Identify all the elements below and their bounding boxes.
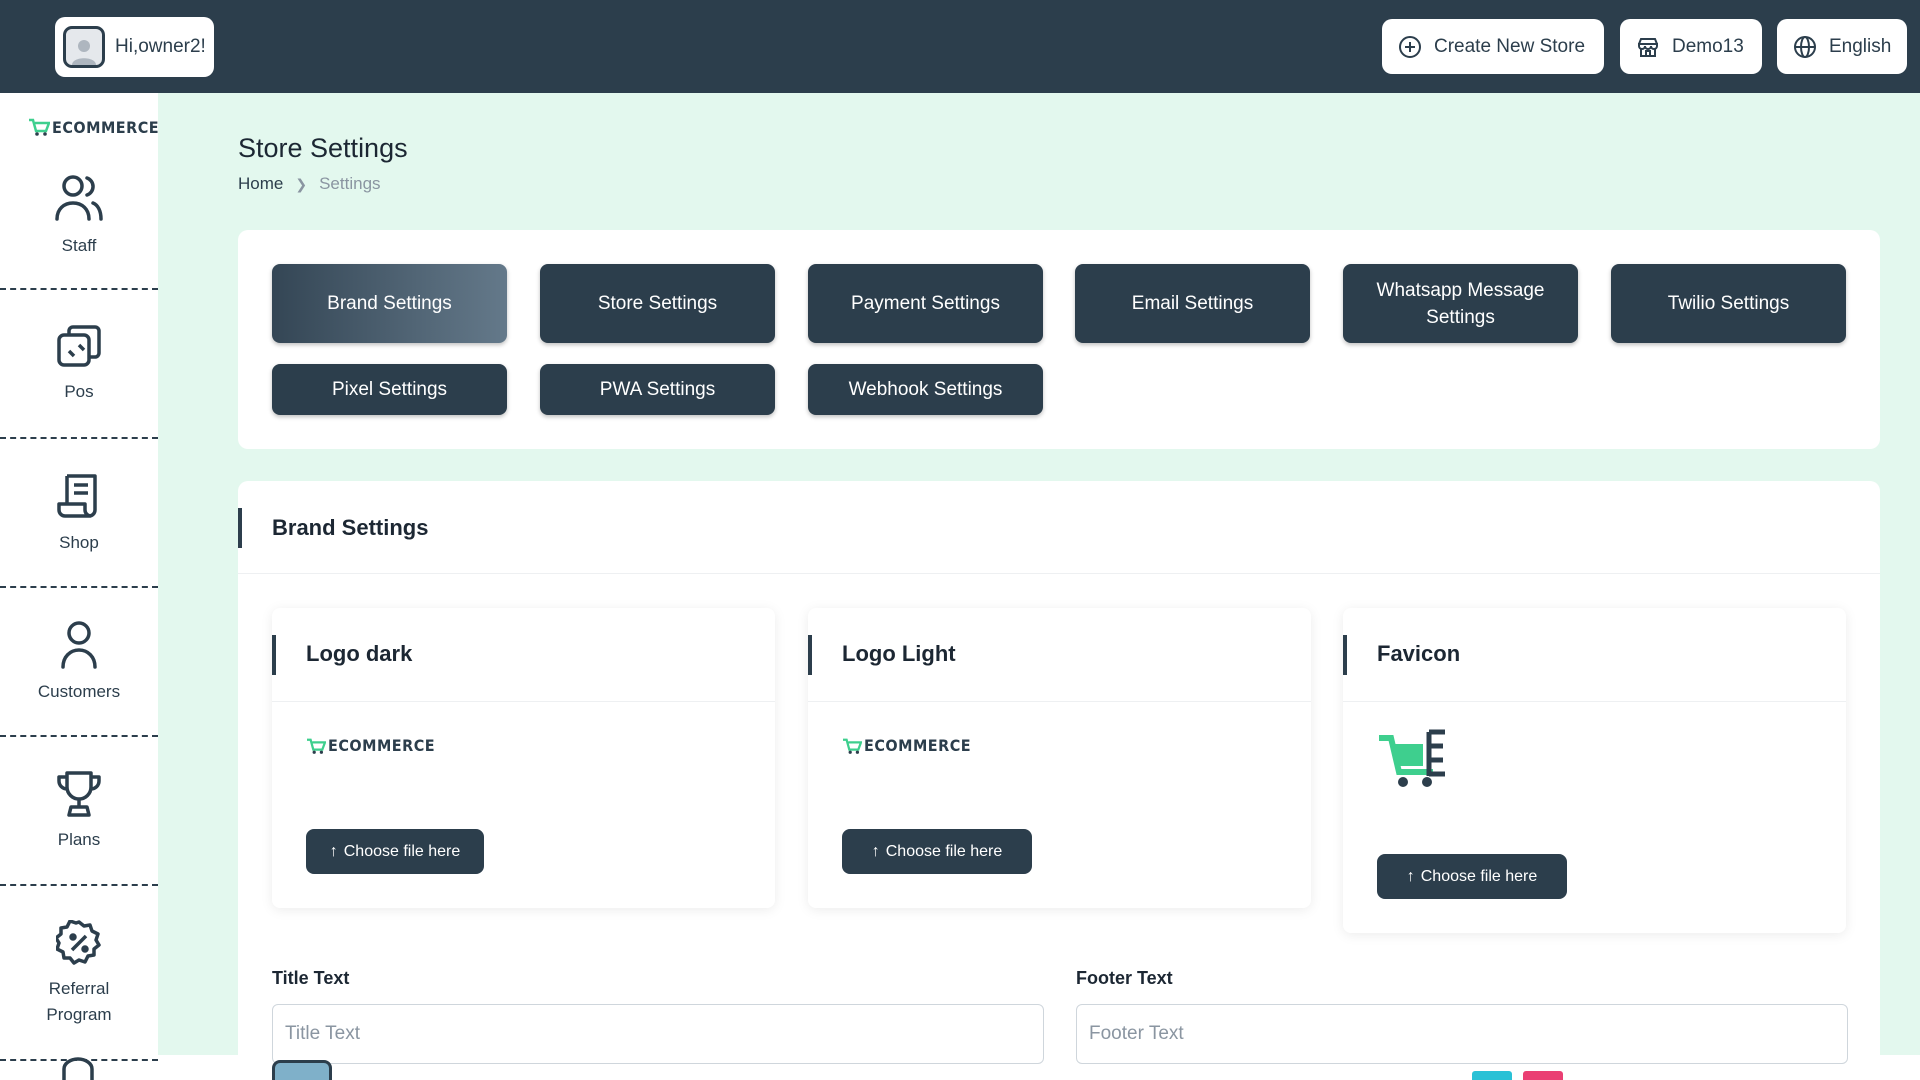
cart-icon bbox=[29, 118, 50, 136]
header-accent bbox=[272, 635, 276, 675]
upload-label: Choose file here bbox=[885, 842, 1003, 860]
more-icon bbox=[62, 1057, 94, 1080]
favicon-preview bbox=[1377, 726, 1455, 790]
logo-light-title: Logo Light bbox=[842, 641, 956, 666]
settings-tabs: Brand Settings Store Settings Payment Se… bbox=[238, 230, 1880, 449]
page-title: Store Settings bbox=[238, 133, 408, 163]
header-accent bbox=[808, 635, 812, 675]
sidebar: ECOMMERCE Staff Pos Shop Customers Plans… bbox=[0, 93, 159, 1080]
sidebar-item-shop[interactable]: Shop bbox=[0, 441, 158, 588]
section-title: Brand Settings bbox=[272, 515, 429, 540]
upload-icon: ↑ bbox=[871, 842, 880, 860]
sidebar-item-label: Pos bbox=[64, 381, 94, 401]
cart-icon bbox=[1379, 729, 1445, 787]
sidebar-item-label: Plans bbox=[57, 829, 101, 849]
create-store-label: Create New Store bbox=[1434, 35, 1586, 57]
language-label: English bbox=[1829, 35, 1892, 57]
upload-icon: ↑ bbox=[329, 842, 338, 860]
brand-logo[interactable]: ECOMMERCE bbox=[28, 117, 159, 137]
logo-light-card: Logo Light ECOMMERCE ↑ Choose file here bbox=[808, 608, 1311, 908]
favicon-upload-button[interactable]: ↑ Choose file here bbox=[1377, 854, 1567, 899]
favicon-card: Favicon ↑ Choose file here bbox=[1343, 608, 1846, 933]
logo-light-preview: ECOMMERCE bbox=[842, 736, 971, 755]
tab-brand-settings[interactable]: Brand Settings bbox=[272, 264, 507, 343]
sidebar-item-staff[interactable]: Staff bbox=[0, 173, 158, 290]
card-header: Brand Settings bbox=[238, 481, 1880, 574]
globe-icon bbox=[1794, 35, 1816, 58]
store-name: Demo13 bbox=[1672, 35, 1744, 57]
favicon-title: Favicon bbox=[1377, 641, 1461, 666]
tab-pwa-settings[interactable]: PWA Settings bbox=[540, 364, 775, 415]
sidebar-item-label: Staff bbox=[61, 236, 97, 255]
tab-twilio-settings[interactable]: Twilio Settings bbox=[1611, 264, 1846, 343]
title-text-input[interactable] bbox=[272, 1004, 1044, 1064]
partial-thumbnail[interactable] bbox=[272, 1060, 332, 1080]
sidebar-item-customers[interactable]: Customers bbox=[0, 590, 158, 737]
sidebar-item-label: Customers bbox=[37, 681, 121, 701]
sidebar-item-partial[interactable] bbox=[60, 1057, 96, 1080]
discount-badge-icon bbox=[56, 919, 101, 965]
store-switcher-button[interactable]: Demo13 bbox=[1620, 19, 1762, 74]
users-icon bbox=[55, 175, 103, 221]
chevron-right-icon: ❯ bbox=[295, 175, 308, 192]
brand-settings-card: Brand Settings Logo dark ECOMMERCE ↑ Cho… bbox=[238, 481, 1880, 1080]
cart-icon bbox=[307, 738, 326, 754]
title-text-label: Title Text bbox=[272, 968, 350, 988]
logo-text: ECOMMERCE bbox=[864, 736, 972, 755]
logo-dark-card: Logo dark ECOMMERCE ↑ Choose file here bbox=[272, 608, 775, 908]
top-bar: Hi,owner2! Create New Store Demo13 Engli… bbox=[0, 0, 1920, 93]
logo-dark-header: Logo dark bbox=[272, 608, 775, 702]
upload-label: Choose file here bbox=[343, 842, 461, 860]
create-store-button[interactable]: Create New Store bbox=[1382, 19, 1604, 74]
logo-text: ECOMMERCE bbox=[328, 736, 436, 755]
store-icon bbox=[1638, 37, 1658, 57]
trophy-icon bbox=[57, 770, 101, 817]
header-accent bbox=[1343, 635, 1347, 675]
footer-text-label: Footer Text bbox=[1076, 968, 1173, 988]
tab-email-settings[interactable]: Email Settings bbox=[1075, 264, 1310, 343]
header-accent bbox=[238, 508, 242, 548]
sidebar-item-label: Referral Program bbox=[46, 978, 112, 1024]
logo-dark-preview: ECOMMERCE bbox=[306, 736, 435, 755]
brand-text: ECOMMERCE bbox=[52, 117, 160, 137]
footer-text-input[interactable] bbox=[1076, 1004, 1848, 1064]
upload-icon: ↑ bbox=[1406, 867, 1415, 885]
user-greeting: Hi,owner2! bbox=[115, 36, 206, 57]
tab-whatsapp-settings[interactable]: Whatsapp Message Settings bbox=[1343, 264, 1578, 343]
sidebar-item-pos[interactable]: Pos bbox=[0, 292, 158, 439]
pos-icon bbox=[57, 324, 101, 367]
logo-dark-title: Logo dark bbox=[306, 641, 413, 666]
user-menu[interactable]: Hi,owner2! bbox=[55, 17, 214, 77]
logo-dark-upload-button[interactable]: ↑ Choose file here bbox=[306, 829, 484, 874]
logo-light-header: Logo Light bbox=[808, 608, 1311, 702]
logo-light-upload-button[interactable]: ↑ Choose file here bbox=[842, 829, 1032, 874]
breadcrumb-home[interactable]: Home bbox=[238, 174, 283, 194]
user-avatar-icon bbox=[72, 40, 96, 65]
cart-icon bbox=[843, 738, 862, 754]
tab-store-settings[interactable]: Store Settings bbox=[540, 264, 775, 343]
shop-icon bbox=[57, 473, 97, 518]
upload-label: Choose file here bbox=[1420, 867, 1538, 885]
breadcrumb-current: Settings bbox=[319, 174, 381, 193]
color-swatch-cyan[interactable] bbox=[1472, 1071, 1512, 1080]
avatar bbox=[63, 26, 105, 68]
color-swatch-pink[interactable] bbox=[1523, 1071, 1563, 1080]
tab-payment-settings[interactable]: Payment Settings bbox=[808, 264, 1043, 343]
favicon-header: Favicon bbox=[1343, 608, 1846, 702]
sidebar-item-plans[interactable]: Plans bbox=[0, 739, 158, 886]
plus-circle-icon bbox=[1399, 35, 1421, 58]
customer-icon bbox=[61, 620, 97, 669]
language-button[interactable]: English bbox=[1777, 19, 1907, 74]
sidebar-item-label: Shop bbox=[59, 532, 99, 552]
tab-pixel-settings[interactable]: Pixel Settings bbox=[272, 364, 507, 415]
sidebar-item-referral[interactable]: Referral Program bbox=[0, 888, 158, 1061]
breadcrumb: Home ❯ Settings bbox=[238, 174, 381, 194]
tab-webhook-settings[interactable]: Webhook Settings bbox=[808, 364, 1043, 415]
